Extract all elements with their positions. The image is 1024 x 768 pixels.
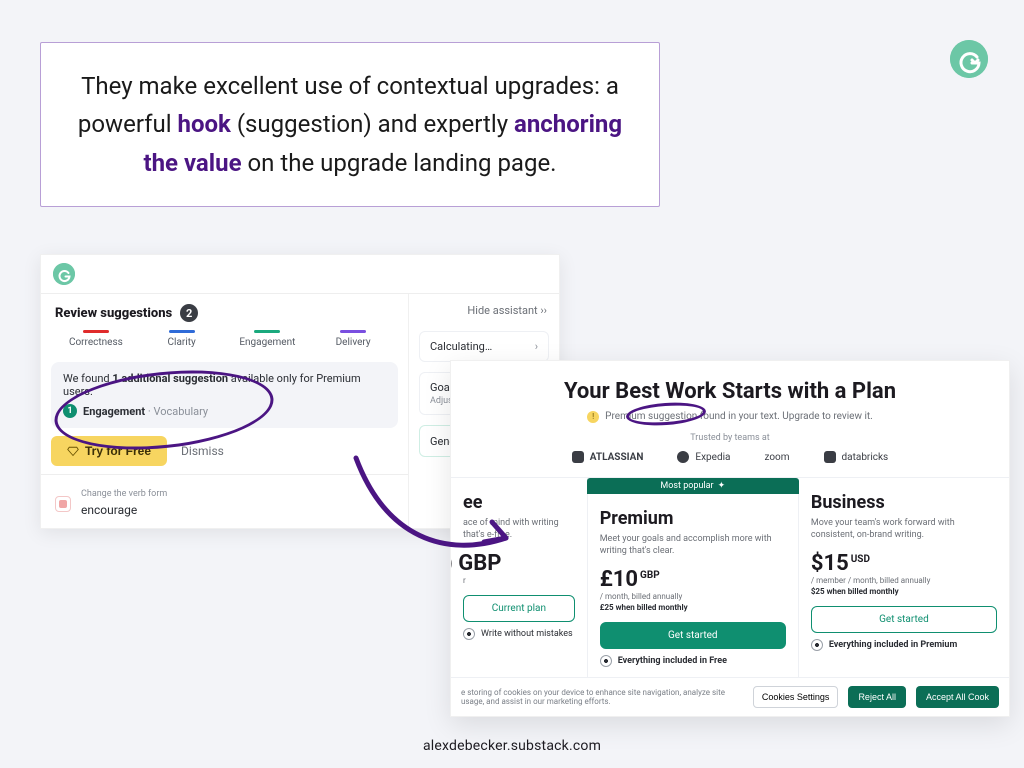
plan-free: ee ace of mind with writing that's e-fre… — [451, 478, 588, 677]
cookies-settings-button[interactable]: Cookies Settings — [753, 686, 839, 708]
logo-atlassian: ATLASSIAN — [572, 451, 644, 463]
logo-expedia: Expedia — [677, 451, 730, 463]
suggestions-count-badge: 2 — [180, 304, 198, 322]
tab-delivery[interactable]: Delivery — [310, 330, 396, 348]
alert-shield-icon — [55, 496, 71, 512]
dismiss-link[interactable]: Dismiss — [181, 444, 224, 458]
feature-item: Everything included in Premium — [811, 639, 997, 651]
pricing-title: Your Best Work Starts with a Plan — [471, 379, 989, 404]
suggestion-item[interactable]: Change the verb formencourage — [41, 479, 408, 528]
try-for-free-button[interactable]: Try for Free — [51, 436, 167, 466]
headline-text: They make excellent use of contextual up… — [69, 67, 631, 182]
get-started-premium-button[interactable]: Get started — [600, 622, 786, 649]
warning-dot-icon: ! — [587, 411, 599, 423]
sparkle-icon: ✦ — [718, 481, 726, 491]
review-suggestions-title: Review suggestions — [55, 306, 172, 321]
tab-engagement[interactable]: Engagement — [225, 330, 311, 348]
premium-promo-card: We found 1 additional suggestion availab… — [51, 362, 398, 428]
plan-business: Business Move your team's work forward w… — [799, 478, 1009, 677]
trusted-label: Trusted by teams at — [471, 433, 989, 443]
diamond-icon — [67, 445, 79, 457]
accept-all-button[interactable]: Accept All Cook — [916, 686, 999, 708]
feature-item: Write without mistakes — [463, 628, 575, 640]
status-calculating[interactable]: Calculating…› — [419, 331, 549, 362]
feature-item: Everything included in Free — [600, 655, 786, 667]
promo-line: We found 1 additional suggestion availab… — [63, 372, 386, 398]
most-popular-badge: Most popular✦ — [587, 478, 799, 494]
logo-zoom: zoom — [764, 452, 789, 463]
reject-all-button[interactable]: Reject All — [848, 686, 906, 708]
pricing-page-screenshot: Your Best Work Starts with a Plan ! Prem… — [450, 360, 1010, 717]
grammarly-logo-icon — [950, 40, 988, 78]
cookie-banner: e storing of cookies on your device to e… — [451, 677, 1009, 716]
grammarly-logo-small-icon — [53, 263, 75, 285]
attribution: alexdebecker.substack.com — [0, 738, 1024, 754]
headline-callout: They make excellent use of contextual up… — [40, 42, 660, 207]
plan-premium: Most popular✦ Premium Meet your goals an… — [588, 494, 799, 677]
get-started-business-button[interactable]: Get started — [811, 606, 997, 633]
tab-clarity[interactable]: Clarity — [139, 330, 225, 348]
tab-correctness[interactable]: Correctness — [53, 330, 139, 348]
pricing-subtext: ! Premium suggestion found in your text.… — [587, 411, 873, 423]
chevron-right-icon: › — [535, 340, 538, 353]
trusted-logos: ATLASSIAN Expedia zoom databricks — [471, 451, 989, 463]
current-plan-button[interactable]: Current plan — [463, 595, 575, 622]
promo-count-dot: 1 — [63, 404, 77, 418]
category-tabs: Correctness Clarity Engagement Delivery — [41, 328, 408, 356]
logo-databricks: databricks — [824, 451, 889, 463]
hide-assistant-link[interactable]: Hide assistant ›› — [409, 294, 559, 321]
